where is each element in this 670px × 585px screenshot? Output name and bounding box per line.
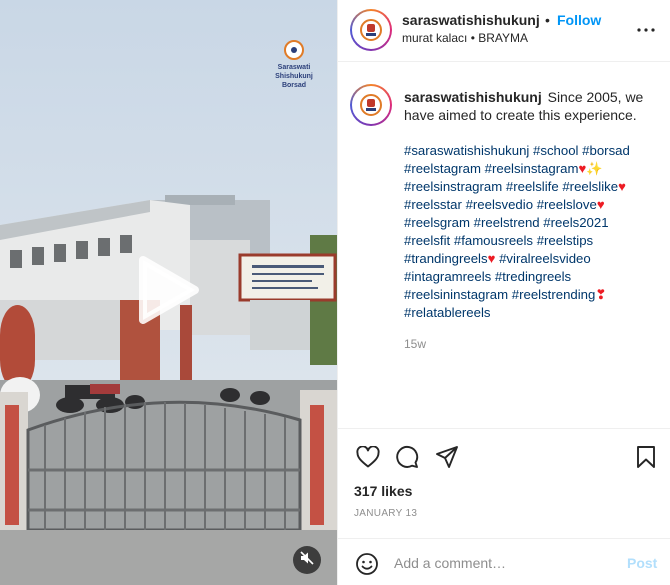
hashtag-link[interactable]: #saraswatishishukunj — [404, 143, 529, 158]
hashtag-link[interactable]: #reelsstar — [404, 197, 462, 212]
media-watermark: Saraswati Shishukunj Borsad — [258, 40, 330, 90]
mute-toggle-button[interactable] — [293, 546, 321, 574]
hashtag-line: #reelsfit #famousreels #reelstips — [404, 232, 660, 250]
hashtag-link[interactable]: #famousreels — [454, 233, 533, 248]
follow-button[interactable]: Follow — [557, 12, 601, 28]
hashtag-link[interactable]: #reelsinstagram — [485, 161, 579, 176]
hashtag-link[interactable]: #trandingreels — [404, 251, 488, 266]
hashtag-link[interactable]: #reelslife — [506, 179, 559, 194]
separator-dot: • — [545, 12, 550, 28]
hashtag-line: #reelsgram #reelstrend #reels2021 — [404, 214, 660, 232]
hashtag-link[interactable]: #reelsvedio — [466, 197, 533, 212]
hashtag-link[interactable]: #reelslike — [562, 179, 618, 194]
emoji-icon[interactable] — [354, 551, 380, 577]
watermark-line-1: Saraswati Shishukunj — [275, 64, 313, 80]
hashtag-link[interactable]: #school — [533, 143, 578, 158]
watermark-line-2: Borsad — [281, 82, 307, 89]
hashtag-line: #reelsininstagram #reelstrending❣ — [404, 286, 660, 304]
comment-box: Post — [338, 538, 670, 585]
avatar[interactable] — [350, 9, 392, 51]
share-paper-plane-icon[interactable] — [433, 443, 461, 471]
hashtag-link[interactable]: #reelsininstagram — [404, 287, 508, 302]
hashtag-line: #saraswatishishukunj #school #borsad — [404, 142, 660, 160]
post-comment-button[interactable]: Post — [627, 555, 657, 571]
hashtag-link[interactable]: #reels2021 — [543, 215, 608, 230]
likes-count[interactable]: 317 likes — [354, 483, 412, 499]
hashtag-link[interactable]: #relatablereels — [404, 305, 491, 320]
save-bookmark-icon[interactable] — [632, 443, 660, 471]
comment-bubble-icon[interactable] — [393, 443, 421, 471]
play-icon[interactable] — [129, 254, 207, 326]
emoji-glyph: ♥ — [596, 197, 605, 212]
hashtag-line: #reelsstar #reelsvedio #reelslove♥ — [404, 196, 660, 214]
audio-credit-link[interactable]: murat kalacı • BRAYMA — [402, 31, 528, 45]
school-seal-logo — [284, 40, 304, 60]
school-logo-icon — [360, 19, 382, 41]
hashtag-link[interactable]: #reelstips — [537, 233, 593, 248]
hashtag-link[interactable]: #reelsgram — [404, 215, 470, 230]
more-options-icon[interactable] — [634, 18, 658, 42]
actions-section: 317 likes JANUARY 13 Post — [338, 428, 670, 585]
post-date: JANUARY 13 — [354, 508, 418, 519]
hashtag-link[interactable]: #reelsinstragram — [404, 179, 502, 194]
post-age[interactable]: 15w — [404, 337, 426, 351]
hashtag-link[interactable]: #reelstagram — [404, 161, 481, 176]
muted-speaker-icon — [300, 550, 314, 570]
hashtag-link[interactable]: #reelslove — [537, 197, 597, 212]
school-logo-icon — [360, 94, 382, 116]
caption-avatar[interactable] — [350, 84, 392, 126]
hashtag-link[interactable]: #intagramreels — [404, 269, 491, 284]
hashtag-link[interactable]: #reelstrending — [512, 287, 596, 302]
post-media[interactable]: Saraswati Shishukunj Borsad — [0, 0, 337, 585]
emoji-glyph: ♥ — [618, 179, 626, 194]
hashtag-link[interactable]: #borsad — [582, 143, 630, 158]
like-heart-icon[interactable] — [354, 443, 382, 471]
hashtag-list: #saraswatishishukunj #school #borsad #ree… — [404, 142, 660, 322]
emoji-glyph: ❣ — [595, 287, 607, 302]
hashtag-line: #relatablereels — [404, 304, 660, 322]
hashtag-link[interactable]: #tredingreels — [495, 269, 571, 284]
emoji-glyph: ✨ — [586, 161, 603, 176]
hashtag-link[interactable]: #reelsfit — [404, 233, 450, 248]
post-header: saraswatishishukunj • Follow murat kalac… — [338, 0, 670, 62]
hashtag-line: #intagramreels #tredingreels — [404, 268, 660, 286]
comment-input[interactable] — [394, 549, 614, 577]
hashtag-line: #trandingreels♥ #viralreelsvideo — [404, 250, 660, 268]
hashtag-link[interactable]: #viralreelsvideo — [499, 251, 591, 266]
caption-username-link[interactable]: saraswatishishukunj — [404, 89, 542, 105]
hashtag-line: #reelstagram #reelsinstagram♥✨ — [404, 160, 660, 178]
hashtag-line: #reelsinstragram #reelslife #reelslike♥ — [404, 178, 660, 196]
header-username-link[interactable]: saraswatishishukunj — [402, 12, 540, 28]
caption-text: saraswatishishukunj Since 2005, we have … — [404, 88, 656, 124]
post-details-panel: saraswatishishukunj • Follow murat kalac… — [337, 0, 670, 585]
hashtag-link[interactable]: #reelstrend — [474, 215, 540, 230]
